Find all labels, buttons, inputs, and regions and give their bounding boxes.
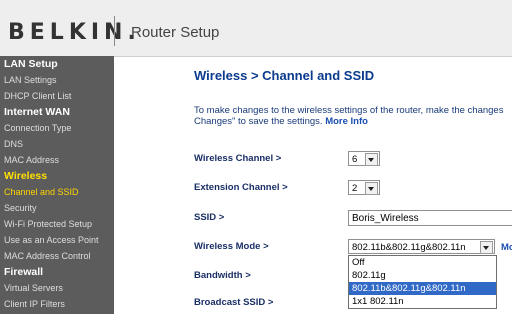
ssid-label: SSID > xyxy=(194,212,225,223)
main-content: Wireless > Channel and SSID To make chan… xyxy=(114,57,512,314)
wireless-mode-more-link[interactable]: Mo xyxy=(501,242,512,253)
sidebar-section-firewall[interactable]: Firewall xyxy=(0,264,114,280)
extension-channel-select[interactable]: 2 xyxy=(348,180,380,195)
sidebar-item-dhcp-client-list[interactable]: DHCP Client List xyxy=(0,88,114,104)
sidebar-item-access-point[interactable]: Use as an Access Point xyxy=(0,232,114,248)
sidebar-item-security[interactable]: Security xyxy=(0,200,114,216)
dropdown-option[interactable]: Off xyxy=(349,256,496,269)
app-title: Router Setup xyxy=(131,24,220,41)
wireless-mode-select[interactable]: 802.11b&802.11g&802.11n xyxy=(348,239,495,254)
extension-channel-label: Extension Channel > xyxy=(194,182,288,193)
sidebar-section-wireless[interactable]: Wireless xyxy=(0,168,114,184)
sidebar-item-connection-type[interactable]: Connection Type xyxy=(0,120,114,136)
sidebar-item-mac-address-control[interactable]: MAC Address Control xyxy=(0,248,114,264)
extension-channel-value: 2 xyxy=(352,183,358,194)
sidebar-item-mac-address[interactable]: MAC Address xyxy=(0,152,114,168)
ssid-input[interactable]: Boris_Wireless xyxy=(348,210,512,226)
wireless-mode-dropdown-list: Off 802.11g 802.11b&802.11g&802.11n 1x1 … xyxy=(348,255,497,309)
wireless-mode-value: 802.11b&802.11g&802.11n xyxy=(352,242,466,253)
chevron-down-icon[interactable] xyxy=(365,153,378,166)
bandwidth-label: Bandwidth > xyxy=(194,270,251,281)
intro-line-2: Changes" to save the settings. xyxy=(194,116,323,127)
sidebar-item-lan-settings[interactable]: LAN Settings xyxy=(0,72,114,88)
sidebar-item-dns[interactable]: DNS xyxy=(0,136,114,152)
sidebar-nav: LAN Setup LAN Settings DHCP Client List … xyxy=(0,56,114,314)
wireless-channel-label: Wireless Channel > xyxy=(194,153,282,164)
broadcast-ssid-label: Broadcast SSID > xyxy=(194,297,274,308)
intro-text: To make changes to the wireless settings… xyxy=(194,105,503,127)
more-info-link[interactable]: More Info xyxy=(325,116,368,127)
sidebar-item-virtual-servers[interactable]: Virtual Servers xyxy=(0,280,114,296)
sidebar-section-lan-setup[interactable]: LAN Setup xyxy=(0,56,114,72)
header-bar: BELKIN. Router Setup xyxy=(0,0,512,57)
dropdown-option[interactable]: 1x1 802.11n xyxy=(349,295,496,308)
belkin-logo: BELKIN. xyxy=(8,20,141,45)
sidebar-section-internet-wan[interactable]: Internet WAN xyxy=(0,104,114,120)
dropdown-option[interactable]: 802.11b&802.11g&802.11n xyxy=(349,282,496,295)
page-title: Wireless > Channel and SSID xyxy=(194,68,375,83)
wireless-channel-select[interactable]: 6 xyxy=(348,151,380,166)
wireless-channel-value: 6 xyxy=(352,154,358,165)
chevron-down-icon[interactable] xyxy=(480,241,493,254)
sidebar-item-client-ip-filters[interactable]: Client IP Filters xyxy=(0,296,114,312)
sidebar-item-wifi-protected-setup[interactable]: Wi-Fi Protected Setup xyxy=(0,216,114,232)
wireless-mode-label: Wireless Mode > xyxy=(194,241,269,252)
sidebar-item-channel-and-ssid[interactable]: Channel and SSID xyxy=(0,184,114,200)
intro-line-1: To make changes to the wireless settings… xyxy=(194,105,504,116)
chevron-down-icon[interactable] xyxy=(365,182,378,195)
dropdown-option[interactable]: 802.11g xyxy=(349,269,496,282)
header-divider xyxy=(114,16,115,46)
